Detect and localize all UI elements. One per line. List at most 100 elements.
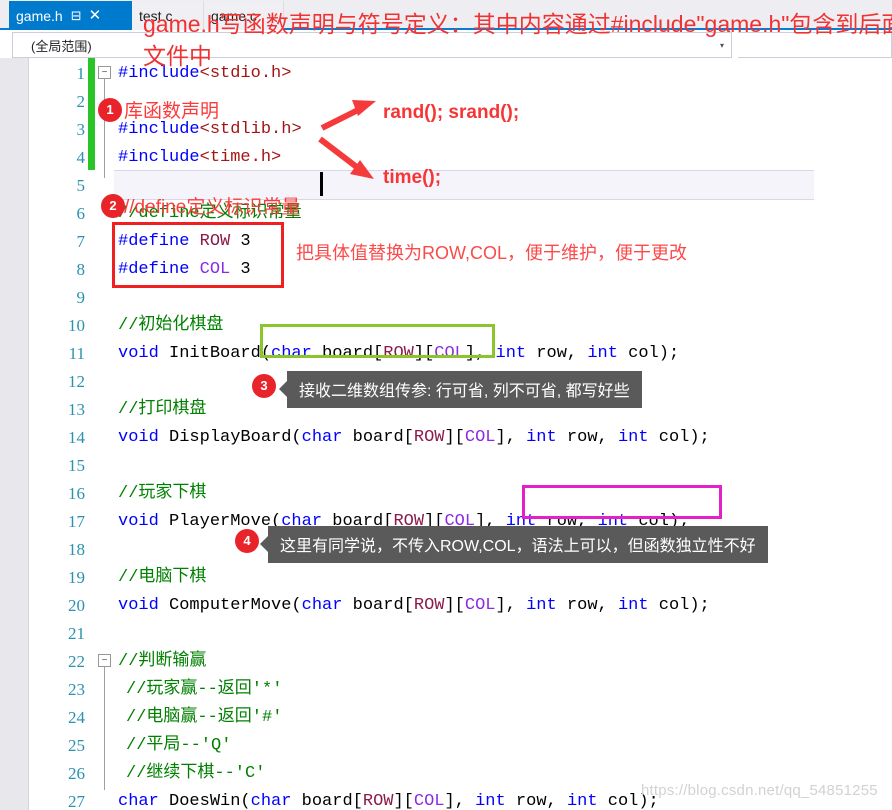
code-token: row, [556,596,618,615]
code-token: ROW [362,792,394,810]
line-number: 2 [76,92,86,111]
code-token: COL [413,792,445,810]
pin-icon[interactable]: ⊟ [71,9,82,22]
line-number: 18 [68,540,85,559]
code-token: col); [617,344,680,363]
line-number: 1 [76,64,86,83]
line-text: //判断输赢 [118,648,206,676]
code-token: //初始化棋盘 [118,316,224,335]
highlight-box-row-col-param [522,485,722,519]
code-token: int [526,596,557,615]
code-editor[interactable]: − − 1 #include<stdio.h> 2 3 #include<stdlib.… [0,58,892,810]
code-token: int [475,792,506,810]
line-number: 25 [68,736,85,755]
line-number: 17 [68,512,85,531]
code-token: ComputerMove( [158,596,302,615]
code-token: <time.h> [199,148,282,167]
line-number: 27 [68,792,85,810]
line-number: 8 [76,260,86,279]
annotation-time: time(); [383,167,442,188]
code-token: ], [444,792,476,810]
code-token: PlayerMove( [158,512,282,531]
code-token: col); [648,596,710,615]
code-token: int [495,344,527,363]
annotation-title-line2: 文件中 [143,43,212,69]
code-token: char [301,428,343,447]
highlight-box-define [112,222,284,288]
line-number: 21 [68,624,85,643]
tab-game-h[interactable]: game.h ⊟ ✕ [9,1,132,30]
badge-3: 3 [252,374,276,398]
code-line[interactable]: 22 //判断输赢 [30,648,892,676]
code-line[interactable]: 4 #include<time.h> [30,144,892,172]
line-text: //继续下棋--'C' [126,760,265,788]
code-line[interactable]: 24 //电脑赢--返回'#' [30,704,892,732]
code-line[interactable]: 20 void ComputerMove(char board[ROW][COL]… [30,592,892,620]
code-line[interactable]: 16 //玩家下棋 [30,480,892,508]
indicator-margin[interactable] [0,58,29,810]
line-text: //电脑下棋 [118,564,206,592]
code-token: DisplayBoard( [158,428,302,447]
line-text: #include<time.h> [118,144,281,172]
code-line[interactable]: 25 //平局--'Q' [30,732,892,760]
code-token: ], [495,428,527,447]
code-line[interactable]: 14 void DisplayBoard(char board[ROW][COL]… [30,424,892,452]
code-token: COL [464,596,496,615]
code-token: //继续下棋--'C' [126,764,266,783]
line-number: 13 [68,400,85,419]
annotation-rand: rand(); srand(); [383,102,520,123]
code-token: //平局--'Q' [126,736,232,755]
line-number: 10 [68,316,85,335]
code-token: char [250,792,292,810]
line-number: 19 [68,568,85,587]
line-number: 14 [68,428,85,447]
line-text: //玩家赢--返回'*' [126,676,282,704]
line-text: void DisplayBoard(char board[ROW][COL], … [118,424,710,452]
code-token: int [526,428,557,447]
badge-4: 4 [235,529,259,553]
code-token: col); [648,428,710,447]
code-token: //玩家赢--返回'*' [126,680,283,699]
code-token: int [566,792,598,810]
badge-1: 1 [98,98,122,122]
code-token: //电脑赢--返回'#' [126,708,283,727]
annotation-title-line1: game.h写函数声明与符号定义：其中内容通过#include"game.h"包… [143,11,892,37]
code-line[interactable]: 9 [30,284,892,312]
line-number: 3 [76,120,86,139]
tab-game-h-label: game.h [16,7,63,24]
tooltip-row-col-param: 这里有同学说，不传入ROW,COL，语法上可以，但函数独立性不好 [260,526,768,563]
line-number: 4 [76,148,86,167]
code-token: //打印棋盘 [118,400,207,419]
code-token: row, [505,792,567,810]
code-token: board[ [342,596,414,615]
line-number: 22 [68,652,85,671]
code-line[interactable]: 21 [30,620,892,648]
line-number: 5 [76,176,86,195]
line-number: 12 [68,372,85,391]
line-text: char DoesWin(char board[ROW][COL], int r… [118,788,659,810]
code-token: ROW [413,428,445,447]
code-token: void [118,344,159,363]
code-token: ], [495,596,527,615]
annotation-replace-note: 把具体值替换为ROW,COL，便于维护，便于更改 [296,243,688,263]
code-line[interactable]: 23 //玩家赢--返回'*' [30,676,892,704]
code-token: ][ [444,428,465,447]
line-text: void ComputerMove(char board[ROW][COL], … [118,592,710,620]
code-token: char [301,596,343,615]
code-line[interactable]: 19 //电脑下棋 [30,564,892,592]
code-token: #include [118,148,200,167]
line-number: 24 [68,708,85,727]
code-lines-container[interactable]: − − 1 #include<stdio.h> 2 3 #include<stdlib.… [30,58,892,810]
line-number: 11 [68,344,85,363]
line-number: 26 [68,764,85,783]
code-line[interactable]: 15 [30,452,892,480]
code-token: int [587,344,618,363]
annotation-define: //define定义标识常量 [124,197,301,218]
code-token: row, [526,344,588,363]
code-token: board[ [291,792,363,810]
scope-dropdown-value: (全局范围) [31,38,92,54]
close-icon[interactable]: ✕ [89,8,102,23]
line-number: 23 [68,680,85,699]
line-number: 15 [68,456,85,475]
line-number: 20 [68,596,85,615]
